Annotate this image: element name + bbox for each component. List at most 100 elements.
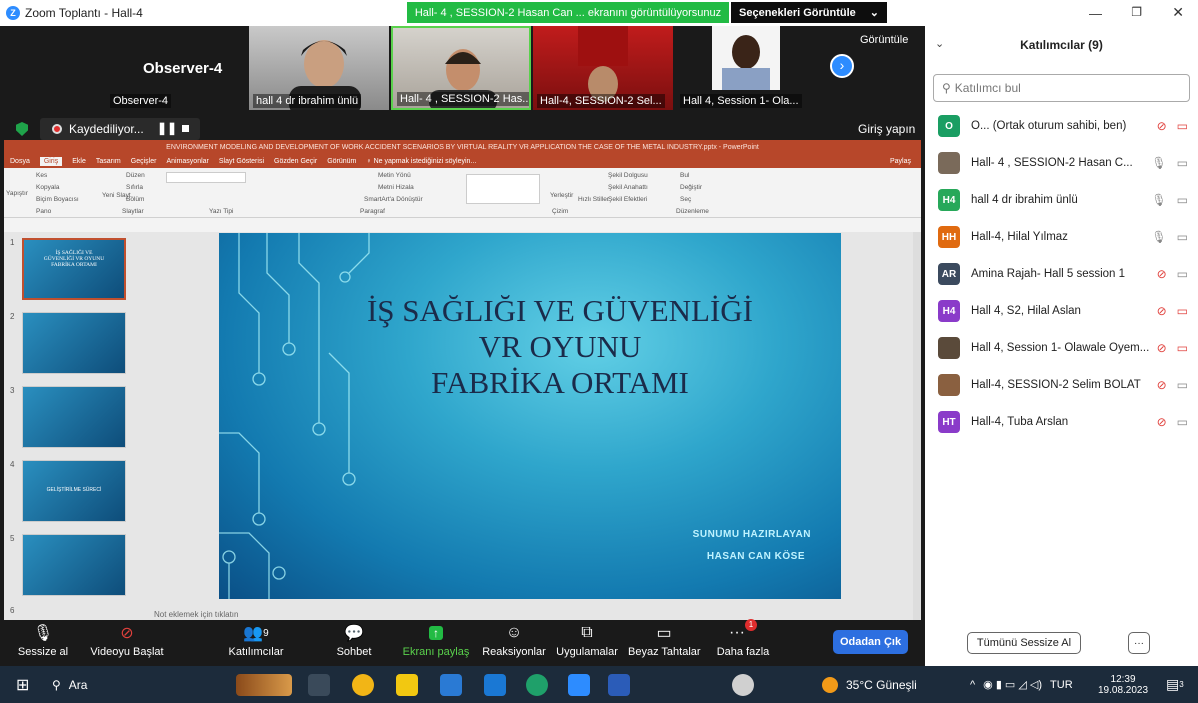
video-tile-ibrahim[interactable]: hall 4 dr ibrahim ünlü [249,26,389,110]
shape-fill-button[interactable]: Şekil Dolgusu [608,172,648,179]
video-tile-selim[interactable]: Hall-4, SESSION-2 Sel... [533,26,673,110]
mute-all-button[interactable]: Tümünü Sessize Al [967,632,1081,654]
video-tile-hasan[interactable]: Hall- 4 , SESSION-2 Has... [391,26,531,110]
participant-row[interactable]: H4 Hall 4, S2, Hilal Aslan ⊘ ▭ [925,293,1198,329]
ppt-tab-giris[interactable]: Giriş [39,156,63,166]
view-options-button[interactable]: Seçenekleri Görüntüle ⌄ [731,2,887,23]
ppt-share[interactable]: Paylaş [890,158,911,165]
section-button[interactable]: Bölüm [126,196,144,203]
participant-row[interactable]: Hall 4, Session 1- Olawale Oyem... ⊘ ▭ [925,330,1198,366]
task-view-icon[interactable] [308,674,330,696]
edge-icon[interactable] [526,674,548,696]
align-text-button[interactable]: Metni Hizala [378,184,414,191]
restore-icon[interactable]: ❐ [1131,5,1142,19]
current-slide[interactable]: İŞ SAĞLIĞI VE GÜVENLİĞİ VR OYUNU FABRİKA… [219,233,841,599]
file-explorer-icon[interactable] [396,674,418,696]
smartart-button[interactable]: SmartArt'a Dönüştür [364,196,423,203]
chat-button[interactable]: 💬 Sohbet [330,620,378,666]
participant-row[interactable]: HH Hall-4, Hilal Yılmaz 🎙 ▭ [925,219,1198,255]
ppt-tab-gecisler[interactable]: Geçişler [131,158,157,165]
stop-icon[interactable] [182,125,189,132]
whiteboard-label: Beyaz Tahtalar [628,646,701,658]
format-painter-button[interactable]: Biçim Boyacısı [36,196,79,203]
font-name-box[interactable] [166,172,246,183]
participant-row[interactable]: O O... (Ortak oturum sahibi, ben) ⊘ ▭ [925,108,1198,144]
participant-search-input[interactable]: ⚲ Katılımcı bul [933,74,1190,102]
quick-styles-button[interactable]: Hızlı Stiller [578,196,609,203]
slide-thumb-3[interactable] [22,386,126,448]
ppt-tell-me[interactable]: ♀ Ne yapmak istediğinizi söyleyin... [366,158,476,165]
apps-button[interactable]: ⧉ Uygulamalar [554,620,620,666]
tray-icons: ◉ ▮ ▭ ◿ ◁) [983,679,1043,691]
shape-outline-button[interactable]: Şekil Anahattı [608,184,648,191]
weather-widget[interactable]: 35°C Güneşli [822,666,917,703]
squirrel-widget-icon[interactable] [236,674,292,696]
layout-button[interactable]: Düzen [126,172,145,179]
shapes-gallery[interactable] [466,174,540,204]
paste-button[interactable]: Yapıştır [6,190,28,197]
close-icon[interactable]: ✕ [1172,4,1184,21]
ppt-tab-tasarim[interactable]: Tasarım [96,158,121,165]
participant-status: 🎙 ▭ [1150,156,1198,170]
arrange-button[interactable]: Yerleştir [550,192,573,199]
signin-link[interactable]: Giriş yapın [858,122,915,136]
mic-muted-icon: ⊘ [1156,341,1167,355]
whiteboard-button[interactable]: ▭ Beyaz Tahtalar [628,620,701,666]
system-tray[interactable]: ^ ◉ ▮ ▭ ◿ ◁) TUR [970,666,1073,703]
copy-button[interactable]: Kopyala [36,184,60,191]
participant-row[interactable]: Hall- 4 , SESSION-2 Hasan C... 🎙 ▭ [925,145,1198,181]
chrome-icon[interactable] [352,674,374,696]
reactions-button[interactable]: ☺ Reaksiyonlar [482,620,546,666]
slide-thumb-1[interactable]: İŞ SAĞLIĞI VE GÜVENLİĞİ VR OYUNU FABRİKA… [22,238,126,300]
cut-button[interactable]: Kes [36,172,47,179]
recording-label: Kaydediliyor... [69,122,144,136]
ppt-tab-gorunum[interactable]: Görünüm [327,158,356,165]
ppt-tab-gozden-gecir[interactable]: Gözden Geçir [274,158,317,165]
help-icon[interactable] [732,674,754,696]
share-screen-button[interactable]: ↑ Ekranı paylaş [400,620,472,666]
slide-thumb-4[interactable]: GELİŞTİRİLME SÜRECİ [22,460,126,522]
mail-icon[interactable] [484,674,506,696]
select-button[interactable]: Seç [680,196,691,203]
video-off-icon: ▭ [1176,304,1188,318]
windows-start-icon[interactable]: ⊞ [16,666,29,703]
taskbar-search[interactable]: ⚲ Ara [52,666,222,703]
reset-button[interactable]: Sıfırla [126,184,143,191]
store-icon[interactable] [440,674,462,696]
pause-icon[interactable]: ❚❚ [157,121,177,135]
slide-thumb-5[interactable] [22,534,126,596]
participant-row[interactable]: AR Amina Rajah- Hall 5 session 1 ⊘ ▭ [925,256,1198,292]
slide-thumb-2[interactable] [22,312,126,374]
windows-taskbar: ⊞ ⚲ Ara 35°C Güneşli ^ ◉ ▮ ▭ ◿ ◁) TUR 12… [0,666,1198,703]
more-button[interactable]: ··· 1 Daha fazla [716,619,770,666]
find-button[interactable]: Bul [680,172,689,179]
participants-button[interactable]: 👥 9 Katılımcılar [220,620,292,666]
start-video-button[interactable]: ⊘ Videoyu Başlat [86,620,168,666]
zoom-taskbar-icon[interactable] [568,674,590,696]
ppt-tab-dosya[interactable]: Dosya [10,158,30,165]
notes-placeholder[interactable]: Not eklemek için tıklatın [154,610,238,619]
ppt-ribbon: Yapıştır Kes Kopyala Biçim Boyacısı Pano… [4,168,921,218]
more-dots-icon: ··· 1 [716,619,770,646]
next-page-arrow-icon[interactable]: › [830,54,854,78]
window-title: Zoom Toplantı - Hall-4 [25,6,143,20]
participant-row[interactable]: H4 hall 4 dr ibrahim ünlü 🎙 ▭ [925,182,1198,218]
video-tile-olawale[interactable]: Hall 4, Session 1- Ola... [676,26,816,110]
thumb-number: 6 [10,606,15,615]
shape-effects-button[interactable]: Şekil Efektleri [608,196,647,203]
participant-row[interactable]: Hall-4, SESSION-2 Selim BOLAT ⊘ ▭ [925,367,1198,403]
clock[interactable]: 12:39 19.08.2023 [1098,666,1148,703]
vertical-scrollbar[interactable] [913,232,921,620]
panel-more-button[interactable]: ··· [1128,632,1150,654]
replace-button[interactable]: Değiştir [680,184,702,191]
word-icon[interactable] [608,674,630,696]
minimize-icon[interactable]: — [1089,6,1102,21]
notifications-icon[interactable]: ▤ 3 [1166,666,1184,703]
ppt-tab-animasyonlar[interactable]: Animasyonlar [166,158,208,165]
mute-button[interactable]: 🎙 Sessize al [8,620,78,666]
ppt-tab-ekle[interactable]: Ekle [72,158,86,165]
text-direction-button[interactable]: Metin Yönü [378,172,411,179]
ppt-tab-slayt-gosterisi[interactable]: Slayt Gösterisi [219,158,264,165]
leave-button[interactable]: Odadan Çık [833,630,908,654]
participant-row[interactable]: HT Hall-4, Tuba Arslan ⊘ ▭ [925,404,1198,440]
